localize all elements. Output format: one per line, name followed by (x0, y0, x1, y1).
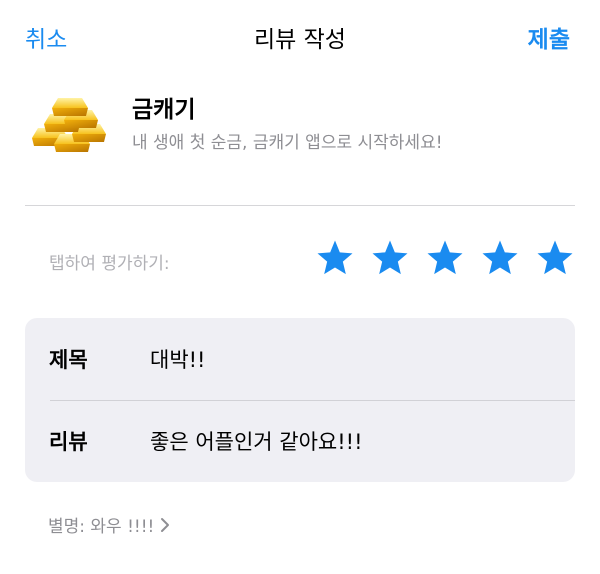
app-info: 금캐기 내 생애 첫 순금, 금캐기 앱으로 시작하세요! (30, 90, 575, 170)
star-icon[interactable] (370, 238, 410, 278)
nickname-text: 별명: 와우 !!!! (48, 517, 155, 537)
star-icon[interactable] (480, 238, 520, 278)
title-field-row: 제목 대박!! (25, 318, 575, 400)
star-rating (315, 238, 575, 278)
review-field-row: 리뷰 좋은 어플인거 같아요!!! (25, 400, 575, 482)
rating-row: 탭하여 평가하기: (25, 238, 575, 282)
review-label: 리뷰 (49, 430, 88, 454)
rating-label: 탭하여 평가하기: (49, 254, 170, 274)
submit-button[interactable]: 제출 (528, 20, 570, 54)
app-subtitle: 내 생애 첫 순금, 금캐기 앱으로 시작하세요! (132, 133, 443, 153)
nickname-link[interactable]: 별명: 와우 !!!! (48, 512, 170, 537)
star-icon[interactable] (315, 238, 355, 278)
navigation-bar: 취소 리뷰 작성 제출 (0, 0, 600, 70)
title-label: 제목 (49, 348, 88, 372)
page-title: 리뷰 작성 (254, 27, 346, 53)
star-icon[interactable] (425, 238, 465, 278)
divider (25, 205, 575, 206)
star-icon[interactable] (535, 238, 575, 278)
chevron-right-icon (160, 517, 170, 533)
gold-bars-icon (30, 94, 108, 156)
app-name: 금캐기 (132, 97, 196, 123)
review-input[interactable]: 좋은 어플인거 같아요!!! (150, 426, 363, 456)
review-form: 제목 대박!! 리뷰 좋은 어플인거 같아요!!! (25, 318, 575, 482)
title-input[interactable]: 대박!! (150, 344, 205, 374)
